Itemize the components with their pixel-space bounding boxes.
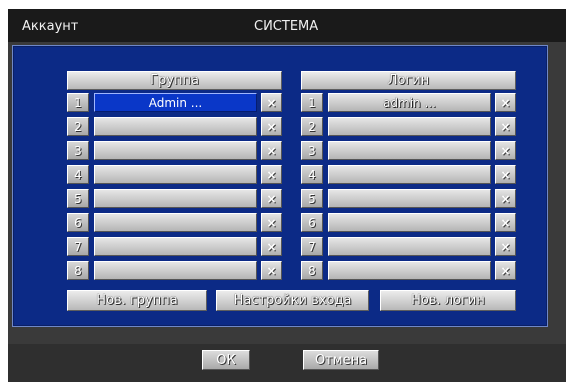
delete-group-icon[interactable]: × xyxy=(261,261,282,280)
delete-login-icon[interactable]: × xyxy=(495,117,516,136)
delete-login-icon[interactable]: × xyxy=(495,141,516,160)
group-row-number: 8 xyxy=(67,261,89,280)
group-row-number: 5 xyxy=(67,189,89,208)
new-group-button[interactable]: Нов. группа xyxy=(67,290,207,311)
title-bar: Аккаунт СИСТЕМА xyxy=(8,9,566,42)
group-row-number: 3 xyxy=(67,141,89,160)
delete-group-icon[interactable]: × xyxy=(261,237,282,256)
group-row-number: 1 xyxy=(67,93,89,112)
login-name-field[interactable] xyxy=(328,237,491,256)
login-name-field[interactable] xyxy=(328,213,491,232)
group-name-field[interactable] xyxy=(94,165,257,184)
group-name-field[interactable] xyxy=(94,261,257,280)
login-name-field[interactable] xyxy=(328,141,491,160)
delete-login-icon[interactable]: × xyxy=(495,261,516,280)
login-name-field[interactable]: admin ... xyxy=(328,93,491,112)
delete-login-icon[interactable]: × xyxy=(495,93,516,112)
delete-group-icon[interactable]: × xyxy=(261,189,282,208)
delete-login-icon[interactable]: × xyxy=(495,189,516,208)
login-row-number: 1 xyxy=(301,93,323,112)
delete-login-icon[interactable]: × xyxy=(495,213,516,232)
group-row-number: 7 xyxy=(67,237,89,256)
login-row-number: 3 xyxy=(301,141,323,160)
ok-button[interactable]: ОК xyxy=(202,350,250,370)
login-row-number: 6 xyxy=(301,213,323,232)
group-name-field[interactable] xyxy=(94,189,257,208)
group-name-field[interactable] xyxy=(94,117,257,136)
delete-group-icon[interactable]: × xyxy=(261,141,282,160)
delete-group-icon[interactable]: × xyxy=(261,93,282,112)
login-row-number: 8 xyxy=(301,261,323,280)
window-title: Аккаунт xyxy=(22,19,79,34)
login-row-number: 4 xyxy=(301,165,323,184)
group-row-number: 4 xyxy=(67,165,89,184)
group-name-field[interactable]: Admin ... xyxy=(94,93,257,112)
cancel-button[interactable]: Отмена xyxy=(303,350,379,370)
login-name-field[interactable] xyxy=(328,165,491,184)
menu-title: СИСТЕМА xyxy=(254,19,319,34)
group-column-header: Группа xyxy=(67,71,282,90)
group-name-field[interactable] xyxy=(94,141,257,160)
login-name-field[interactable] xyxy=(328,261,491,280)
delete-login-icon[interactable]: × xyxy=(495,165,516,184)
login-row-number: 2 xyxy=(301,117,323,136)
new-login-button[interactable]: Нов. логин xyxy=(380,290,516,311)
login-row-number: 7 xyxy=(301,237,323,256)
delete-login-icon[interactable]: × xyxy=(495,237,516,256)
footer-bar xyxy=(8,344,566,382)
login-name-field[interactable] xyxy=(328,117,491,136)
group-name-field[interactable] xyxy=(94,213,257,232)
login-column-header: Логин xyxy=(301,71,516,90)
login-row-number: 5 xyxy=(301,189,323,208)
login-settings-button[interactable]: Настройки входа xyxy=(216,290,369,311)
login-name-field[interactable] xyxy=(328,189,491,208)
group-row-number: 6 xyxy=(67,213,89,232)
delete-group-icon[interactable]: × xyxy=(261,165,282,184)
group-row-number: 2 xyxy=(67,117,89,136)
delete-group-icon[interactable]: × xyxy=(261,213,282,232)
group-name-field[interactable] xyxy=(94,237,257,256)
delete-group-icon[interactable]: × xyxy=(261,117,282,136)
